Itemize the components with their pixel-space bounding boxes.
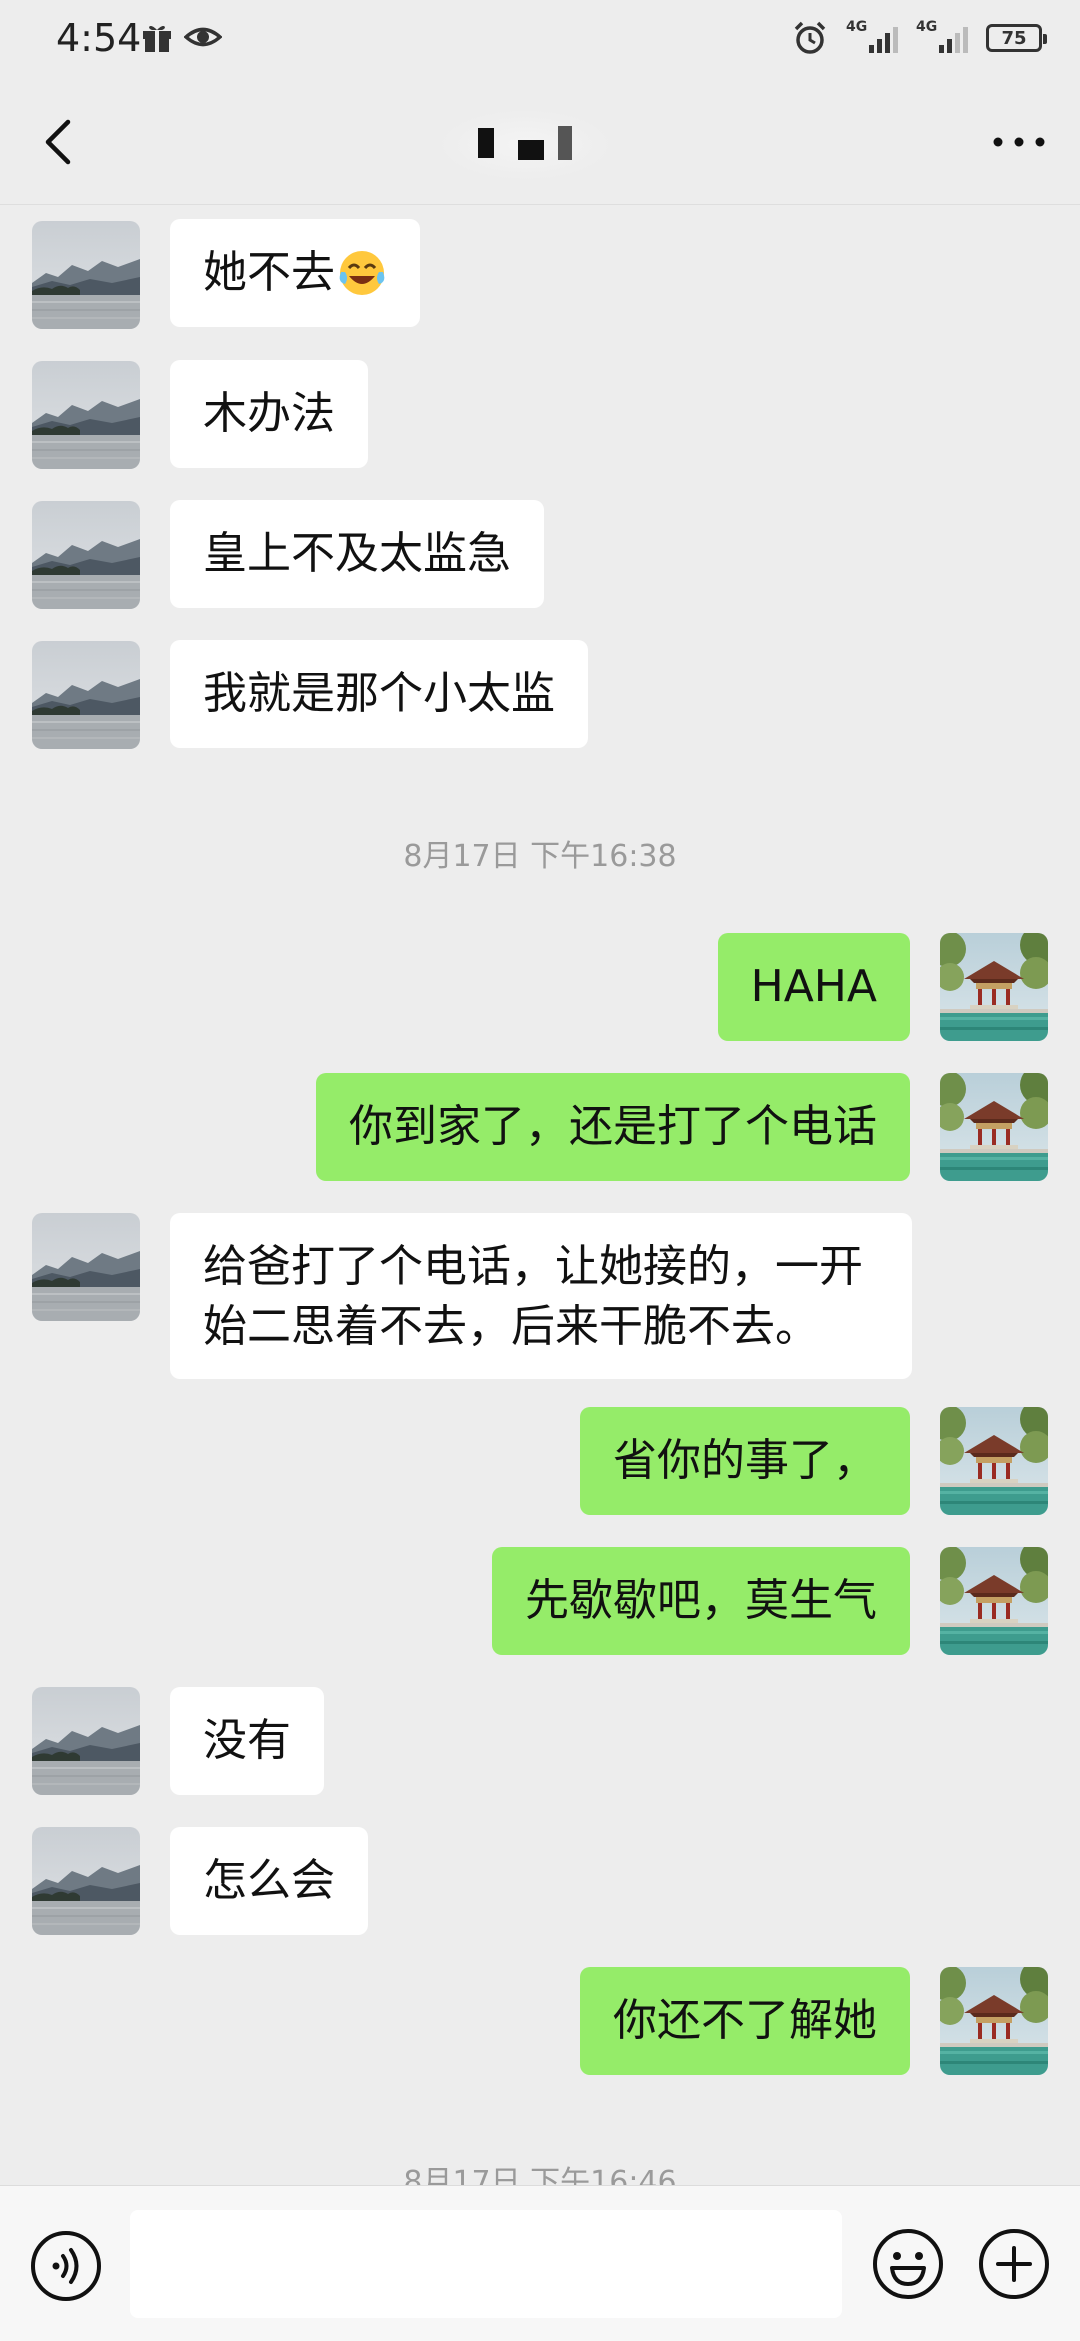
sent-message-bubble[interactable]: 你还不了解她: [580, 1967, 910, 2075]
message-text: 你到家了，还是打了个电话: [349, 1101, 877, 1152]
message-text: 省你的事了，: [613, 1435, 877, 1486]
message-text: 怎么会: [203, 1855, 335, 1906]
message-timestamp: 8月17日 下午16:38: [403, 839, 677, 874]
received-message-bubble[interactable]: 皇上不及太监急: [170, 500, 544, 608]
gift-icon: [143, 25, 171, 52]
voice-button[interactable]: [28, 2228, 104, 2304]
more-button[interactable]: [984, 110, 1054, 174]
battery-icon: 75: [986, 24, 1047, 52]
emoji-icon: [873, 2229, 943, 2299]
contact-avatar[interactable]: [32, 641, 140, 749]
message-text: 你还不了解她: [613, 1995, 877, 2046]
my-avatar[interactable]: [940, 1547, 1048, 1655]
received-message-bubble[interactable]: 我就是那个小太监: [170, 640, 588, 748]
status-time: 4:54: [56, 16, 142, 60]
laughing-tears-emoji: [339, 251, 385, 295]
message-timestamp: 8月17日 下午16:46: [403, 2165, 677, 2185]
contact-avatar[interactable]: [32, 361, 140, 469]
eye-icon: [184, 27, 222, 47]
chat-messages[interactable]: 她不去 木办法 皇上不及太监急 我就是那个小太监 8月17日 下午16:38 H…: [0, 205, 1080, 2185]
sent-message-bubble[interactable]: 省你的事了，: [580, 1407, 910, 1515]
more-actions-button[interactable]: [976, 2226, 1052, 2302]
my-avatar[interactable]: [940, 1967, 1048, 2075]
alarm-icon: [794, 21, 826, 54]
plus-icon: [979, 2229, 1049, 2299]
message-text: 木办法: [203, 388, 335, 439]
my-avatar[interactable]: [940, 1407, 1048, 1515]
sent-message-bubble[interactable]: 你到家了，还是打了个电话: [316, 1073, 910, 1181]
received-message-bubble[interactable]: 木办法: [170, 360, 368, 468]
chat-title-redacted: [440, 110, 610, 180]
voice-icon: [31, 2231, 101, 2301]
contact-avatar[interactable]: [32, 1687, 140, 1795]
message-text: HAHA: [750, 961, 877, 1012]
message-input-bar: [0, 2185, 1080, 2341]
status-left-icons: [140, 20, 222, 54]
received-message-bubble[interactable]: 没有: [170, 1687, 324, 1795]
back-button[interactable]: [28, 110, 92, 174]
message-text: 先歇歇吧，莫生气: [525, 1575, 877, 1626]
my-avatar[interactable]: [940, 1073, 1048, 1181]
chat-header: [0, 80, 1080, 205]
message-input[interactable]: [130, 2210, 842, 2318]
message-text: 她不去: [203, 247, 335, 298]
status-right-icons: 4G 4G 75: [792, 19, 1047, 56]
signal-icon: 4G: [916, 19, 968, 55]
message-text-line: 始二思着不去，后来干脆不去。: [203, 1301, 819, 1352]
contact-avatar[interactable]: [32, 1827, 140, 1935]
my-avatar[interactable]: [940, 933, 1048, 1041]
contact-avatar[interactable]: [32, 501, 140, 609]
emoji-button[interactable]: [870, 2226, 946, 2302]
received-message-bubble[interactable]: 怎么会: [170, 1827, 368, 1935]
sent-message-bubble[interactable]: HAHA: [717, 933, 910, 1041]
sent-message-bubble[interactable]: 先歇歇吧，莫生气: [492, 1547, 910, 1655]
contact-avatar[interactable]: [32, 1213, 140, 1321]
received-message-bubble[interactable]: 她不去: [170, 219, 420, 327]
contact-avatar[interactable]: [32, 221, 140, 329]
chevron-left-icon: [45, 119, 71, 165]
message-text: 我就是那个小太监: [203, 668, 555, 719]
signal-icon: 4G: [846, 19, 898, 55]
status-bar: 4:54 4G 4G 75: [0, 0, 1080, 80]
received-message-bubble[interactable]: 给爸打了个电话，让她接的，一开 始二思着不去，后来干脆不去。: [170, 1213, 912, 1379]
message-text-line: 给爸打了个电话，让她接的，一开: [203, 1241, 863, 1292]
message-text: 皇上不及太监急: [203, 528, 511, 579]
message-text: 没有: [203, 1715, 291, 1766]
more-dots-icon: [993, 137, 1045, 147]
